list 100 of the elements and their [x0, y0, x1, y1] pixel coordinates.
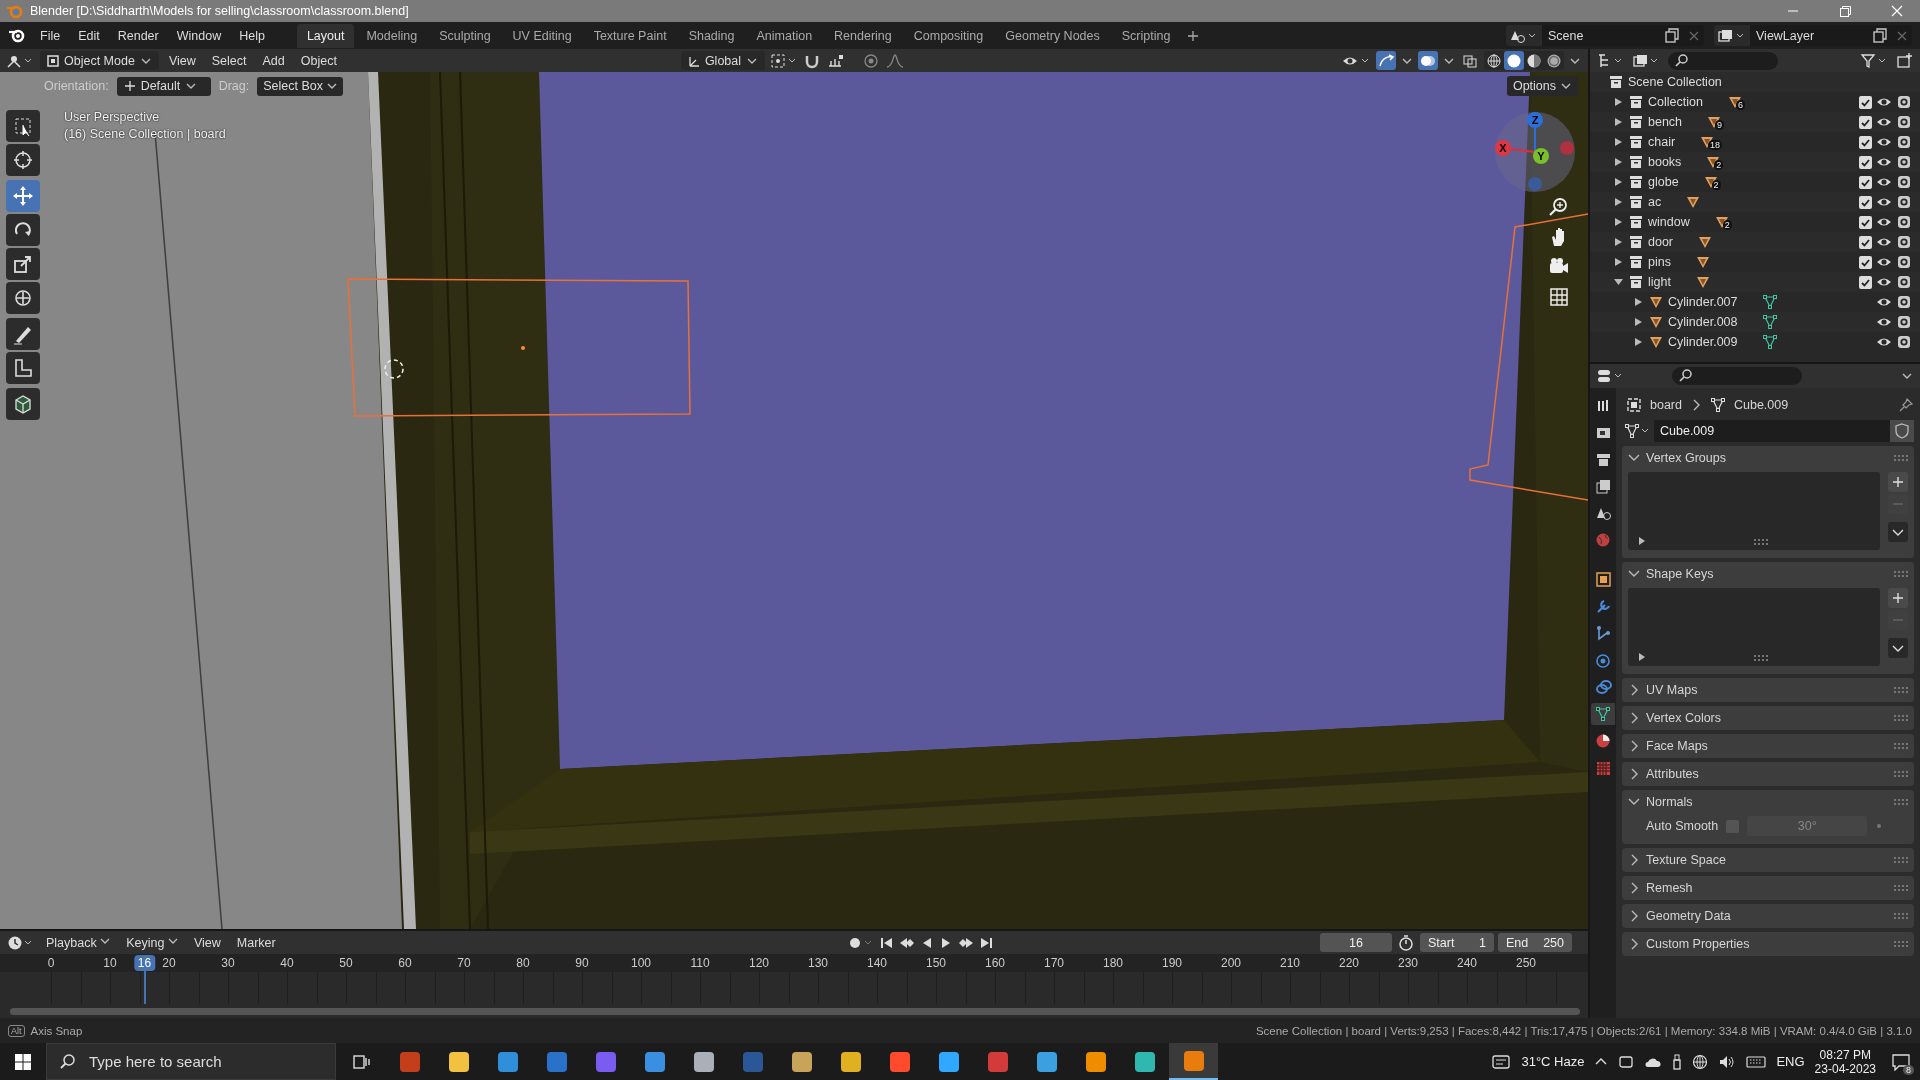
status-hint: Axis Snap: [30, 1024, 83, 1037]
panel-title[interactable]: Custom Properties: [1646, 937, 1750, 951]
panel-title[interactable]: UV Maps: [1646, 683, 1698, 697]
collection-name[interactable]: Scene Collection: [1628, 75, 1722, 89]
object-count: 2: [1722, 220, 1732, 230]
panel-title[interactable]: Vertex Colors: [1646, 711, 1722, 725]
panel-title[interactable]: Attributes: [1646, 767, 1699, 781]
object-name[interactable]: Cylinder.007: [1668, 295, 1758, 309]
collection-name[interactable]: door: [1648, 235, 1674, 249]
orientation-label: Orientation:: [44, 79, 109, 93]
menu-item[interactable]: Window: [168, 24, 230, 47]
frame-number: 0: [47, 956, 55, 970]
collection-name[interactable]: chair: [1648, 135, 1676, 149]
workspace-tab[interactable]: Scripting: [1111, 23, 1181, 48]
scene-statistics: Scene Collection | board | Verts:9,253 | Faces:8,442 | Tris:17,475 | Objects:2/61 | Memory: 334.8 MiB | VRAM: 0.4/4.0 GiB | 3.1.0: [1255, 1024, 1912, 1037]
field-label: Auto Smooth: [1646, 819, 1719, 833]
workspace-tab[interactable]: Geometry Nodes: [995, 23, 1110, 48]
frame-number: 50: [339, 956, 353, 970]
collection-name[interactable]: books: [1648, 155, 1682, 169]
frame-number: 240: [1457, 956, 1477, 970]
navigation-gizmo[interactable]: Z X Y: [1493, 110, 1577, 194]
weather-text[interactable]: 31°C Haze: [1521, 1054, 1585, 1069]
collection-name[interactable]: window: [1648, 215, 1690, 229]
frame-number: 30: [221, 956, 235, 970]
workspace-tab[interactable]: UV Editing: [502, 23, 582, 48]
drag-label: Drag:: [218, 79, 250, 93]
workspace-tab[interactable]: Texture Paint: [583, 23, 677, 48]
mode-dropdown[interactable]: Object Mode: [40, 51, 159, 70]
panel-title[interactable]: Remesh: [1646, 881, 1693, 895]
frame-number: 210: [1280, 956, 1300, 970]
workspace-tab[interactable]: Animation: [746, 23, 823, 48]
workspace-tab[interactable]: Modeling: [356, 23, 428, 48]
collection-name[interactable]: light: [1648, 275, 1671, 289]
frame-number: 200: [1221, 956, 1241, 970]
menu-dropdown[interactable]: Keying: [120, 933, 184, 952]
collection-name[interactable]: pins: [1648, 255, 1671, 269]
clock-date[interactable]: 23-04-2023: [1814, 1061, 1876, 1076]
search-box[interactable]: Type here to search: [46, 1043, 336, 1080]
panel-title[interactable]: Face Maps: [1646, 739, 1708, 753]
workspace-tab[interactable]: Rendering: [824, 23, 902, 48]
notification-count: 8: [1903, 1064, 1914, 1075]
frame-number: 60: [398, 956, 412, 970]
language-indicator[interactable]: ENG: [1776, 1054, 1805, 1069]
workspace-tab[interactable]: Sculpting: [429, 23, 501, 48]
search-field[interactable]: Type here to search: [87, 1052, 327, 1071]
menu-item[interactable]: Help: [231, 24, 273, 47]
menu-item[interactable]: File: [32, 24, 69, 47]
frame-number: 40: [280, 956, 294, 970]
menu-item[interactable]: Marker: [230, 933, 282, 952]
workspace-tab[interactable]: Shading: [678, 23, 745, 48]
panel-title[interactable]: Geometry Data: [1646, 909, 1731, 923]
frame-number: 220: [1339, 956, 1359, 970]
menu-item[interactable]: View: [162, 51, 202, 70]
frame-number: 90: [575, 956, 589, 970]
frame-number: 130: [808, 956, 828, 970]
orientation-dropdown[interactable]: Global: [680, 51, 766, 70]
workspace-tab[interactable]: Layout: [296, 23, 355, 48]
frame-number: 20: [162, 956, 176, 970]
frame-number: 120: [749, 956, 769, 970]
frame-number: 160: [985, 956, 1005, 970]
frame-number: 230: [1398, 956, 1418, 970]
clock-time[interactable]: 08:27 PM: [1819, 1047, 1871, 1062]
menu-item[interactable]: Select: [205, 51, 253, 70]
panel-title[interactable]: Vertex Groups: [1646, 451, 1726, 465]
menu-item[interactable]: Object: [294, 51, 343, 70]
panel-title[interactable]: Normals: [1646, 795, 1693, 809]
playhead-frame[interactable]: 16: [133, 955, 156, 971]
current-frame-field[interactable]: 16: [1320, 933, 1392, 952]
breadcrumb-item: Cube.009: [1734, 398, 1789, 412]
object-count: 2: [1714, 160, 1724, 170]
collection-name[interactable]: globe: [1648, 175, 1679, 189]
menu-item[interactable]: View: [187, 933, 227, 952]
object-name[interactable]: Cylinder.009: [1668, 335, 1758, 349]
menu-item[interactable]: Add: [256, 51, 291, 70]
key-icon: Alt: [8, 1024, 25, 1037]
end-frame-field[interactable]: End 250: [1498, 933, 1572, 952]
frame-number: 140: [867, 956, 887, 970]
frame-number: 180: [1103, 956, 1123, 970]
view-name: User Perspective: [64, 110, 161, 124]
menu-item[interactable]: Edit: [70, 24, 108, 47]
frame-number: 70: [457, 956, 471, 970]
panel-title[interactable]: Shape Keys: [1646, 567, 1714, 581]
collection-name[interactable]: ac: [1648, 195, 1662, 209]
panel-title[interactable]: Texture Space: [1646, 853, 1726, 867]
collection-name[interactable]: Collection: [1648, 95, 1703, 109]
breadcrumb-item: board: [1650, 398, 1682, 412]
frame-number: 250: [1516, 956, 1536, 970]
options-dropdown[interactable]: Options: [1506, 76, 1578, 96]
frame-number: 170: [1044, 956, 1064, 970]
collection-name[interactable]: bench: [1648, 115, 1683, 129]
object-name[interactable]: Cylinder.008: [1668, 315, 1758, 329]
object-count: 18: [1708, 140, 1723, 150]
start-frame-field[interactable]: Start 1: [1420, 933, 1494, 952]
frame-number: 100: [631, 956, 651, 970]
workspace-tab[interactable]: Compositing: [903, 23, 994, 48]
object-count: 6: [1735, 100, 1745, 110]
menu-dropdown[interactable]: Playback: [40, 933, 117, 952]
menu-item[interactable]: Render: [109, 24, 167, 47]
object-count: 2: [1711, 180, 1721, 190]
frame-number: 10: [103, 956, 117, 970]
